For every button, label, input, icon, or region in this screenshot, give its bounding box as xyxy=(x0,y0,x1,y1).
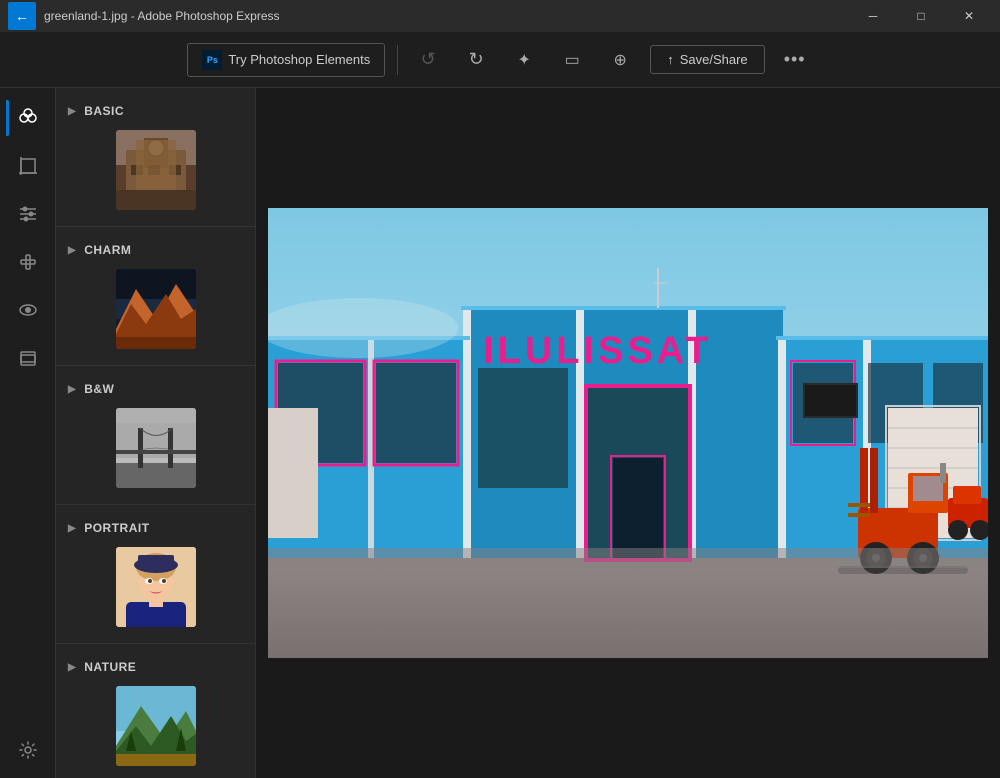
sidebar-item-adjustments[interactable] xyxy=(6,192,50,236)
compare-button[interactable]: ▭ xyxy=(554,42,590,78)
settings-icon xyxy=(17,739,39,761)
try-photoshop-label: Try Photoshop Elements xyxy=(228,52,370,67)
filter-section-charm: ▶ CHARM xyxy=(56,227,255,366)
filter-thumb-portrait[interactable] xyxy=(116,547,196,627)
filter-thumbnails-nature xyxy=(56,678,255,770)
filter-section-label-charm: CHARM xyxy=(84,243,131,257)
filter-section-header-portrait[interactable]: ▶ PORTRAIT xyxy=(56,517,255,539)
chevron-icon-portrait: ▶ xyxy=(68,523,76,534)
back-button[interactable]: ← xyxy=(8,2,36,30)
close-button[interactable]: ✕ xyxy=(946,0,992,32)
filter-section-header-bw[interactable]: ▶ B&W xyxy=(56,378,255,400)
filter-sidebar: ▶ BASIC xyxy=(56,88,256,778)
photo-frame: ILULISSAT xyxy=(268,208,988,658)
thumb-basic-svg xyxy=(116,130,196,210)
try-photoshop-button[interactable]: Ps Try Photoshop Elements xyxy=(187,43,385,77)
more-button[interactable]: ••• xyxy=(777,42,813,78)
zoom-icon: ⊕ xyxy=(614,50,627,70)
compare-icon: ▭ xyxy=(565,50,580,70)
filter-thumbnails-charm xyxy=(56,261,255,353)
filter-thumbnails-basic xyxy=(56,122,255,214)
filter-thumbnails-bw xyxy=(56,400,255,492)
title-bar-left: ← greenland-1.jpg - Adobe Photoshop Expr… xyxy=(8,2,280,30)
sidebar-item-look[interactable] xyxy=(6,288,50,332)
toolbar: Ps Try Photoshop Elements ↺ ↻ ✦ ▭ ⊕ ↑ Sa… xyxy=(0,32,1000,88)
look-icon xyxy=(17,299,39,321)
filter-section-header-nature[interactable]: ▶ NATURE xyxy=(56,656,255,678)
layers-icon xyxy=(17,347,39,369)
magic-button[interactable]: ✦ xyxy=(506,42,542,78)
redo-button[interactable]: ↻ xyxy=(458,42,494,78)
thumb-portrait-svg xyxy=(116,547,196,627)
zoom-button[interactable]: ⊕ xyxy=(602,42,638,78)
icon-sidebar xyxy=(0,88,56,778)
filter-section-header-basic[interactable]: ▶ BASIC xyxy=(56,100,255,122)
filter-thumb-nature[interactable] xyxy=(116,686,196,766)
more-icon: ••• xyxy=(784,49,806,70)
save-share-button[interactable]: ↑ Save/Share xyxy=(650,45,764,74)
back-icon: ← xyxy=(15,8,29,24)
sidebar-item-filters[interactable] xyxy=(6,96,50,140)
crop-icon xyxy=(17,155,39,177)
adjustments-icon xyxy=(17,203,39,225)
sidebar-item-heal[interactable] xyxy=(6,240,50,284)
maximize-button[interactable]: □ xyxy=(898,0,944,32)
share-icon: ↑ xyxy=(667,52,674,67)
thumb-bw-svg xyxy=(116,408,196,488)
filter-section-basic: ▶ BASIC xyxy=(56,88,255,227)
filter-section-nature: ▶ NATURE xyxy=(56,644,255,778)
photo-image: ILULISSAT xyxy=(268,208,988,658)
filter-section-bw: ▶ B&W xyxy=(56,366,255,505)
undo-button[interactable]: ↺ xyxy=(410,42,446,78)
filter-section-portrait: ▶ PORTRAIT xyxy=(56,505,255,644)
filter-section-label-basic: BASIC xyxy=(84,104,124,118)
window-title: greenland-1.jpg - Adobe Photoshop Expres… xyxy=(44,9,280,23)
photoshop-icon: Ps xyxy=(202,50,222,70)
filter-section-label-portrait: PORTRAIT xyxy=(84,521,149,535)
sidebar-item-crop[interactable] xyxy=(6,144,50,188)
save-share-label: Save/Share xyxy=(680,52,748,67)
filter-section-header-charm[interactable]: ▶ CHARM xyxy=(56,239,255,261)
redo-icon: ↻ xyxy=(469,49,484,70)
chevron-icon-basic: ▶ xyxy=(68,106,76,117)
filters-icon xyxy=(17,107,39,129)
title-bar: ← greenland-1.jpg - Adobe Photoshop Expr… xyxy=(0,0,1000,32)
chevron-icon-bw: ▶ xyxy=(68,384,76,395)
filter-section-label-bw: B&W xyxy=(84,382,114,396)
window-controls: ─ □ ✕ xyxy=(850,0,992,32)
chevron-icon-nature: ▶ xyxy=(68,662,76,673)
toolbar-divider-1 xyxy=(397,45,398,75)
chevron-icon-charm: ▶ xyxy=(68,245,76,256)
svg-text:ILULISSAT: ILULISSAT xyxy=(483,330,713,372)
filter-section-label-nature: NATURE xyxy=(84,660,136,674)
thumb-charm-svg xyxy=(116,269,196,349)
canvas-area: ILULISSAT xyxy=(256,88,1000,778)
main-layout: ▶ BASIC xyxy=(0,88,1000,778)
sidebar-item-layers[interactable] xyxy=(6,336,50,380)
filter-thumb-basic[interactable] xyxy=(116,130,196,210)
filter-thumb-bw[interactable] xyxy=(116,408,196,488)
thumb-nature-svg xyxy=(116,686,196,766)
heal-icon xyxy=(17,251,39,273)
minimize-button[interactable]: ─ xyxy=(850,0,896,32)
filter-thumbnails-portrait xyxy=(56,539,255,631)
sidebar-item-settings[interactable] xyxy=(6,734,50,778)
magic-icon: ✦ xyxy=(518,50,531,70)
filter-thumb-charm[interactable] xyxy=(116,269,196,349)
undo-icon: ↺ xyxy=(421,49,436,70)
